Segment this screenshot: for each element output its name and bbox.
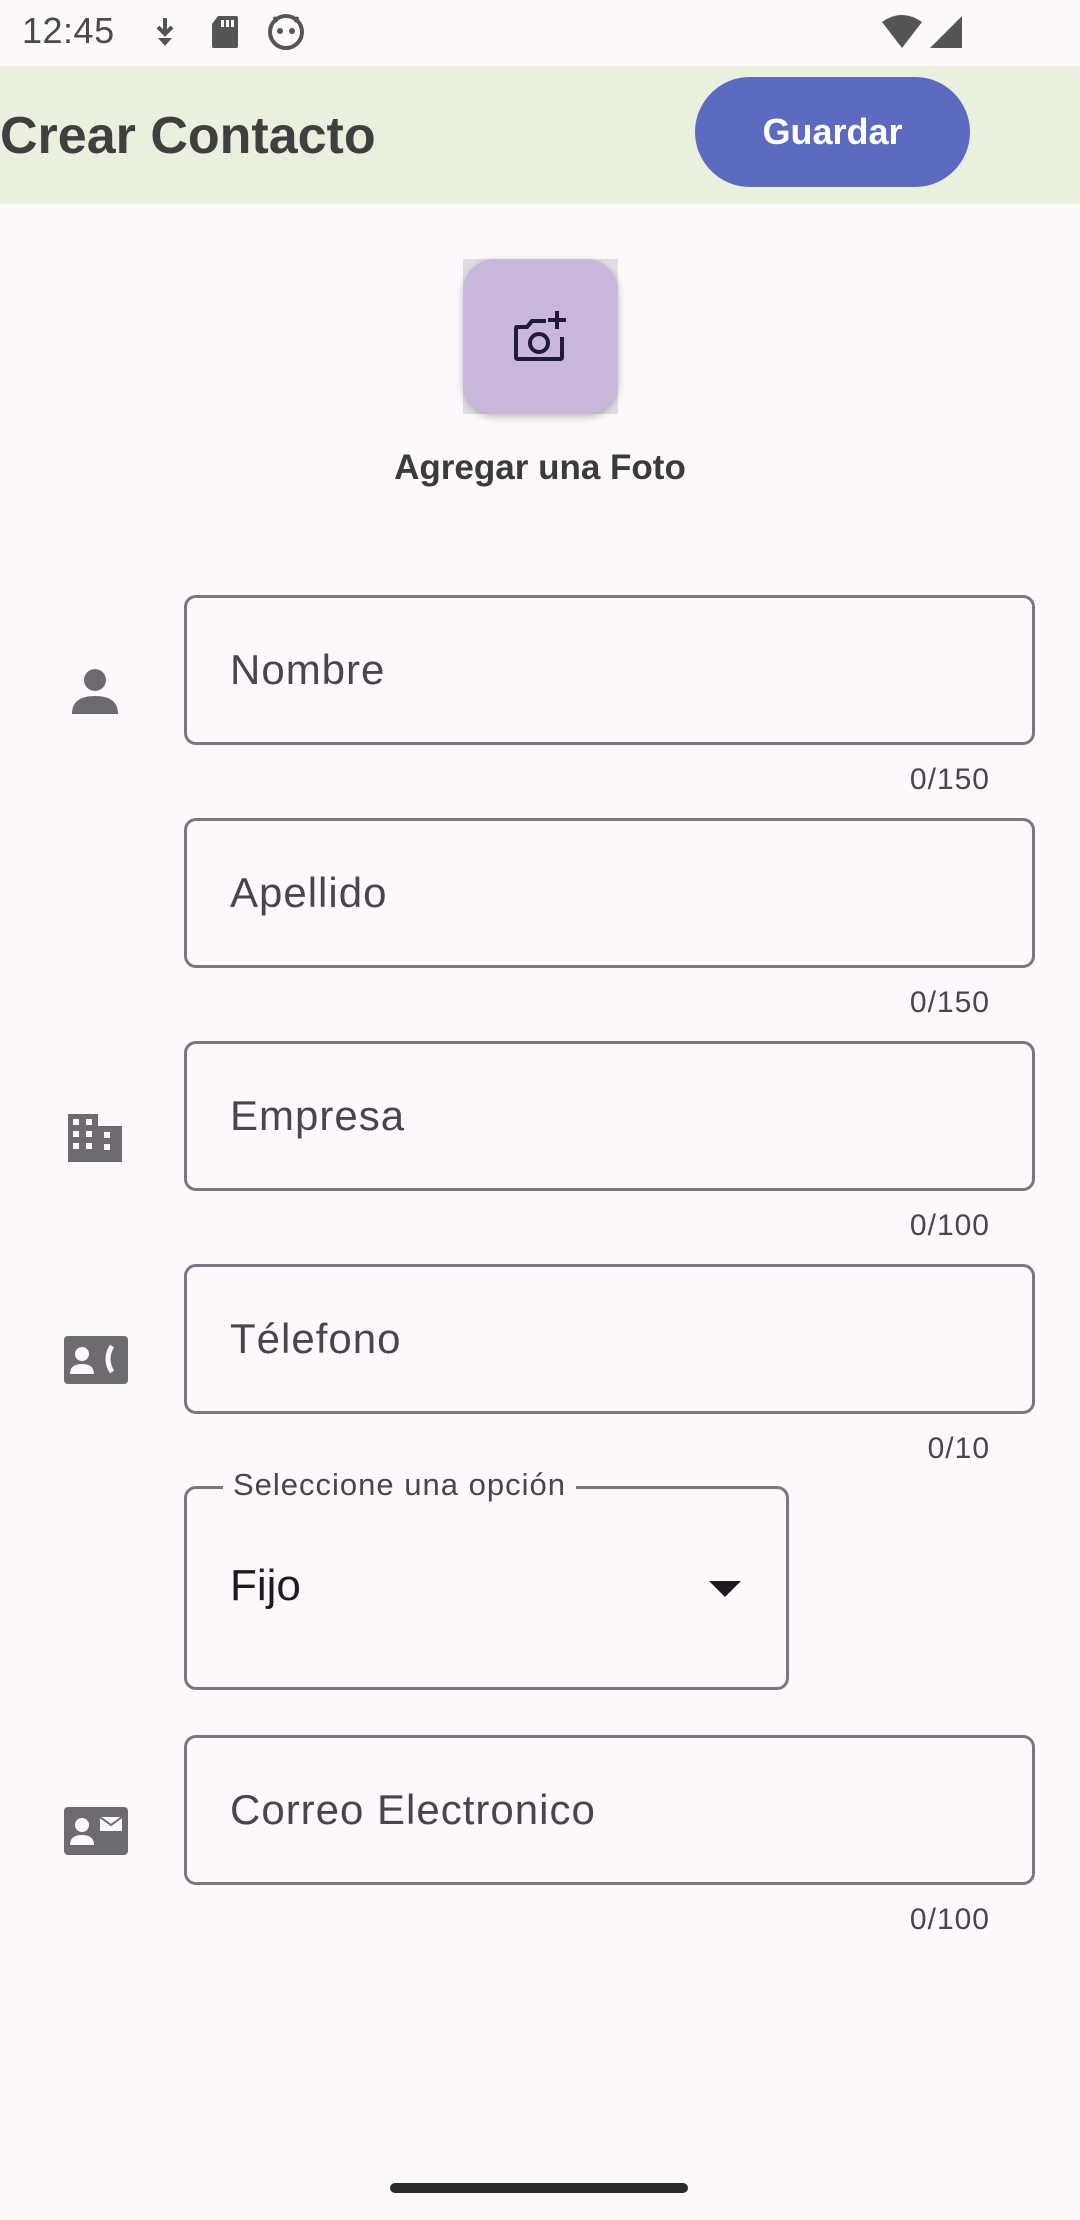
download-icon xyxy=(156,18,174,46)
phone-type-value: Fijo xyxy=(230,1561,301,1610)
company-placeholder: Empresa xyxy=(230,1092,406,1139)
phone-type-select[interactable]: Seleccione una opción Fijo xyxy=(184,1467,789,1690)
first-name-field[interactable]: Nombre xyxy=(184,595,1035,745)
signal-icon xyxy=(930,16,962,48)
phone-type-label: Seleccione una opción xyxy=(223,1467,576,1503)
add-a-photo-icon xyxy=(513,310,566,361)
contact-mail-icon xyxy=(64,1807,128,1855)
last-name-field[interactable]: Apellido xyxy=(184,818,1035,968)
app-bar: Crear Contacto Guardar xyxy=(0,66,1080,204)
contact-phone-icon xyxy=(64,1336,128,1384)
company-counter: 0/100 xyxy=(909,1209,990,1242)
add-photo-button[interactable] xyxy=(463,259,618,414)
last-name-counter: 0/150 xyxy=(909,986,990,1019)
first-name-placeholder: Nombre xyxy=(230,646,386,693)
first-name-counter: 0/150 xyxy=(909,763,990,796)
email-counter: 0/100 xyxy=(909,1903,990,1936)
company-field[interactable]: Empresa xyxy=(184,1041,1035,1191)
last-name-placeholder: Apellido xyxy=(230,869,388,916)
person-icon xyxy=(72,669,118,714)
sd-card-icon xyxy=(212,16,238,48)
wifi-icon xyxy=(882,15,922,48)
phone-placeholder: Télefono xyxy=(230,1315,402,1362)
page-title: Crear Contacto xyxy=(0,107,376,165)
home-indicator[interactable] xyxy=(390,2183,688,2193)
email-placeholder: Correo Electronico xyxy=(230,1786,596,1833)
add-photo-label: Agregar una Foto xyxy=(394,448,686,487)
dropdown-arrow-icon[interactable] xyxy=(709,1581,741,1597)
phone-field[interactable]: Télefono xyxy=(184,1264,1035,1414)
phone-counter: 0/10 xyxy=(927,1432,990,1465)
status-time: 12:45 xyxy=(22,10,115,51)
save-button[interactable]: Guardar xyxy=(695,77,970,187)
business-icon xyxy=(68,1114,122,1162)
android-icon xyxy=(268,14,304,50)
email-field[interactable]: Correo Electronico xyxy=(184,1735,1035,1885)
status-bar: 12:45 xyxy=(0,0,1080,66)
